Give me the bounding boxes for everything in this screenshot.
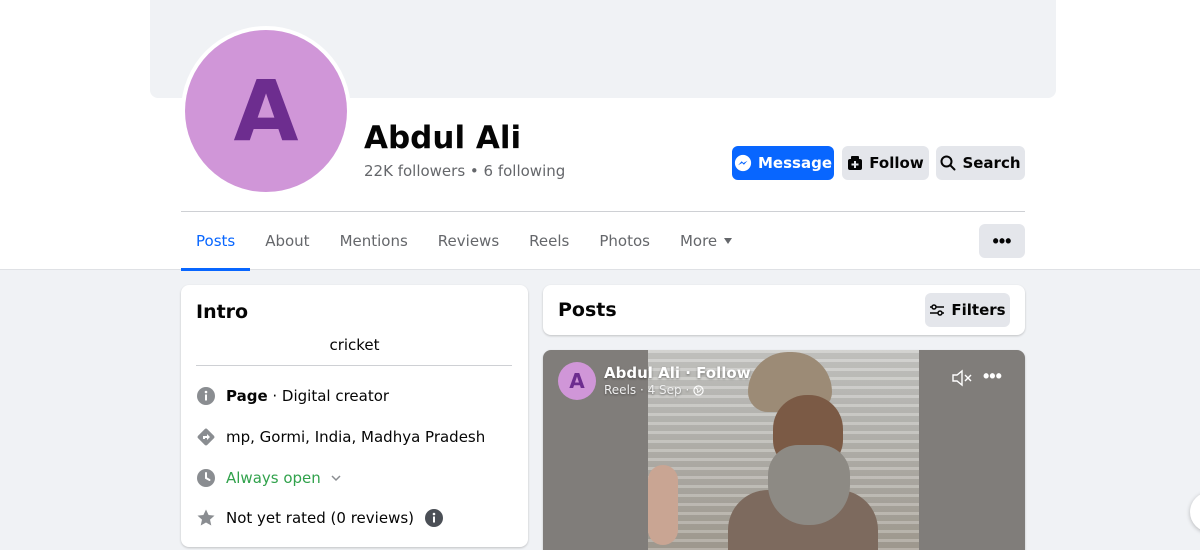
location-text: mp, Gormi, India, Madhya Pradesh bbox=[226, 428, 486, 446]
info-icon bbox=[196, 386, 216, 406]
globe-icon bbox=[693, 384, 704, 396]
intro-divider bbox=[196, 365, 512, 366]
filters-label: Filters bbox=[951, 301, 1006, 319]
intro-rating-row: Not yet rated (0 reviews) bbox=[196, 508, 444, 528]
ellipsis-icon: ••• bbox=[992, 230, 1012, 251]
tab-label: Reviews bbox=[437, 232, 500, 250]
intro-hours-row[interactable]: Always open bbox=[196, 468, 341, 488]
messenger-icon bbox=[734, 154, 752, 172]
follow-icon bbox=[848, 156, 863, 170]
follow-button[interactable]: Follow bbox=[842, 146, 929, 180]
message-button[interactable]: Message bbox=[732, 146, 834, 180]
tab-reviews[interactable]: Reviews bbox=[423, 212, 514, 270]
post-author-name[interactable]: Abdul Ali · Follow bbox=[604, 364, 751, 382]
tab-about[interactable]: About bbox=[250, 212, 324, 270]
tab-mentions[interactable]: Mentions bbox=[325, 212, 423, 270]
avatar-letter: A bbox=[185, 30, 347, 192]
tab-label: About bbox=[265, 232, 310, 250]
tab-label: Reels bbox=[529, 232, 570, 250]
search-label: Search bbox=[962, 154, 1021, 172]
mute-button[interactable] bbox=[951, 368, 973, 393]
post-meta-text: Reels · 4 Sep · bbox=[604, 383, 690, 397]
reel-post[interactable]: A Abdul Ali · Follow Reels · 4 Sep · ••• bbox=[543, 350, 1025, 550]
intro-card: Intro cricket Page · Digital creator mp,… bbox=[181, 285, 528, 547]
photo-hand bbox=[648, 465, 678, 545]
page-type-text: Page · Digital creator bbox=[226, 387, 389, 405]
profile-name: Abdul Ali bbox=[364, 120, 522, 156]
filters-button[interactable]: Filters bbox=[925, 293, 1010, 327]
tab-label: Photos bbox=[599, 232, 650, 250]
star-icon bbox=[196, 508, 216, 528]
tab-reels[interactable]: Reels bbox=[514, 212, 584, 270]
tab-label: More bbox=[679, 232, 718, 250]
tab-label: Mentions bbox=[339, 232, 408, 250]
post-options-button[interactable]: ••• bbox=[983, 366, 1002, 387]
profile-tabs: Posts About Mentions Reviews Reels Photo… bbox=[181, 212, 748, 271]
tab-more[interactable]: More bbox=[665, 212, 748, 270]
intro-page-row: Page · Digital creator bbox=[196, 386, 389, 406]
hours-text: Always open bbox=[226, 469, 321, 487]
post-meta: Reels · 4 Sep · bbox=[604, 383, 704, 397]
chevron-down-icon bbox=[331, 475, 341, 482]
follow-label: Follow bbox=[869, 154, 924, 172]
intro-location-row: mp, Gormi, India, Madhya Pradesh bbox=[196, 427, 485, 447]
posts-header-card: Posts Filters bbox=[543, 285, 1025, 335]
post-author-avatar[interactable]: A bbox=[558, 362, 596, 400]
directions-icon bbox=[196, 427, 216, 447]
tab-photos[interactable]: Photos bbox=[584, 212, 665, 270]
photo-beard bbox=[768, 445, 850, 525]
volume-muted-icon bbox=[952, 369, 972, 387]
search-button[interactable]: Search bbox=[936, 146, 1025, 180]
rating-text: Not yet rated (0 reviews) bbox=[226, 509, 414, 527]
clock-icon bbox=[196, 468, 216, 488]
intro-bio: cricket bbox=[329, 336, 380, 354]
sliders-icon bbox=[930, 304, 945, 316]
profile-stats[interactable]: 22K followers • 6 following bbox=[364, 162, 565, 180]
search-icon bbox=[940, 155, 956, 171]
intro-title: Intro bbox=[196, 301, 249, 323]
page-category: · Digital creator bbox=[267, 387, 390, 405]
info-icon[interactable] bbox=[424, 508, 444, 528]
tab-posts[interactable]: Posts bbox=[181, 212, 251, 271]
posts-title: Posts bbox=[558, 299, 617, 321]
ellipsis-icon: ••• bbox=[983, 366, 1002, 386]
tab-label: Posts bbox=[196, 232, 236, 250]
more-options-button[interactable]: ••• bbox=[979, 224, 1025, 258]
page-label: Page bbox=[226, 387, 268, 405]
profile-avatar[interactable]: A bbox=[181, 26, 351, 196]
floating-action-button[interactable] bbox=[1190, 492, 1200, 532]
caret-down-icon bbox=[724, 238, 733, 244]
message-label: Message bbox=[758, 154, 832, 172]
profile-header: A Abdul Ali 22K followers • 6 following … bbox=[0, 0, 1200, 271]
